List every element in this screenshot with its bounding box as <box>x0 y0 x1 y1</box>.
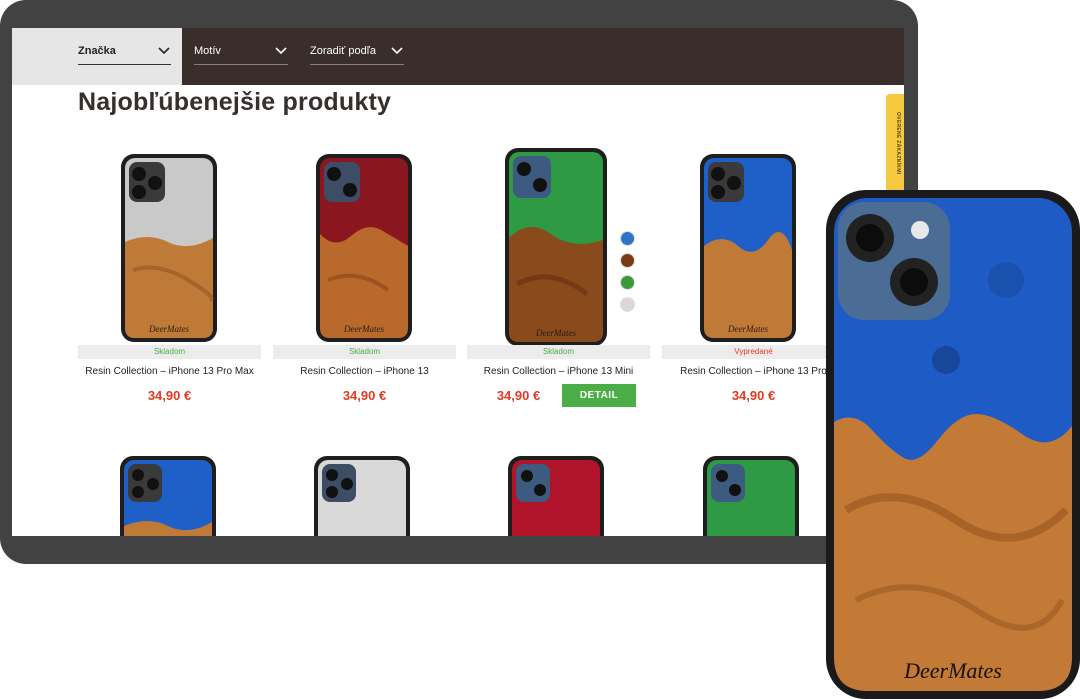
detail-button[interactable]: DETAIL <box>562 384 636 407</box>
product-image[interactable] <box>506 454 606 536</box>
color-swatch-brown[interactable] <box>621 254 634 267</box>
brand-logo-text: DeerMates <box>903 658 1002 683</box>
stock-status: Skladom <box>78 345 261 359</box>
filter-sort-label: Zoradiť podľa <box>310 45 377 57</box>
svg-text:DeerMates: DeerMates <box>343 324 384 334</box>
svg-text:DeerMates: DeerMates <box>535 328 576 338</box>
product-name[interactable]: Resin Collection – iPhone 13 <box>273 366 456 377</box>
product-image[interactable] <box>118 454 218 536</box>
product-image[interactable] <box>701 454 801 536</box>
reviews-side-tab-label: OVERENÉ ZÁKAZNÍKMI <box>895 112 901 175</box>
color-swatch-blue[interactable] <box>621 232 634 245</box>
hero-phone-case-image: DeerMates <box>826 190 1080 699</box>
stock-status: Skladom <box>467 345 650 359</box>
website-screen: Značka Motív Zoradiť podľa Najobľúbenejš… <box>12 28 904 536</box>
stock-status: Vypredané <box>662 345 845 359</box>
stock-status: Skladom <box>273 345 456 359</box>
color-swatch-silver[interactable] <box>621 298 634 311</box>
page-title: Najobľúbenejšie produkty <box>78 88 392 116</box>
product-image[interactable]: DeerMates <box>467 144 650 346</box>
product-image[interactable] <box>312 454 412 536</box>
filter-brand[interactable]: Značka <box>12 28 182 85</box>
product-name[interactable]: Resin Collection – iPhone 13 Pro Max <box>78 366 261 377</box>
filter-bar: Značka Motív Zoradiť podľa <box>12 28 904 85</box>
filter-brand-label: Značka <box>78 45 116 57</box>
chevron-down-icon <box>391 47 403 55</box>
product-image[interactable]: DeerMates <box>273 150 456 350</box>
product-image[interactable]: DeerMates <box>78 150 261 350</box>
svg-text:DeerMates: DeerMates <box>727 324 768 334</box>
chevron-down-icon <box>275 47 287 55</box>
product-price: 34,90 € <box>147 388 192 403</box>
chevron-down-icon <box>158 47 170 55</box>
product-image[interactable]: DeerMates <box>662 150 845 350</box>
filter-sort[interactable]: Zoradiť podľa <box>310 28 404 85</box>
product-name[interactable]: Resin Collection – iPhone 13 Mini <box>467 366 650 377</box>
product-price: 34,90 € <box>731 388 776 403</box>
filter-motif[interactable]: Motív <box>194 28 288 85</box>
product-name[interactable]: Resin Collection – iPhone 13 Pro <box>662 366 845 377</box>
filter-motif-label: Motív <box>194 45 221 57</box>
color-swatch-green[interactable] <box>621 276 634 289</box>
svg-text:DeerMates: DeerMates <box>148 324 189 334</box>
